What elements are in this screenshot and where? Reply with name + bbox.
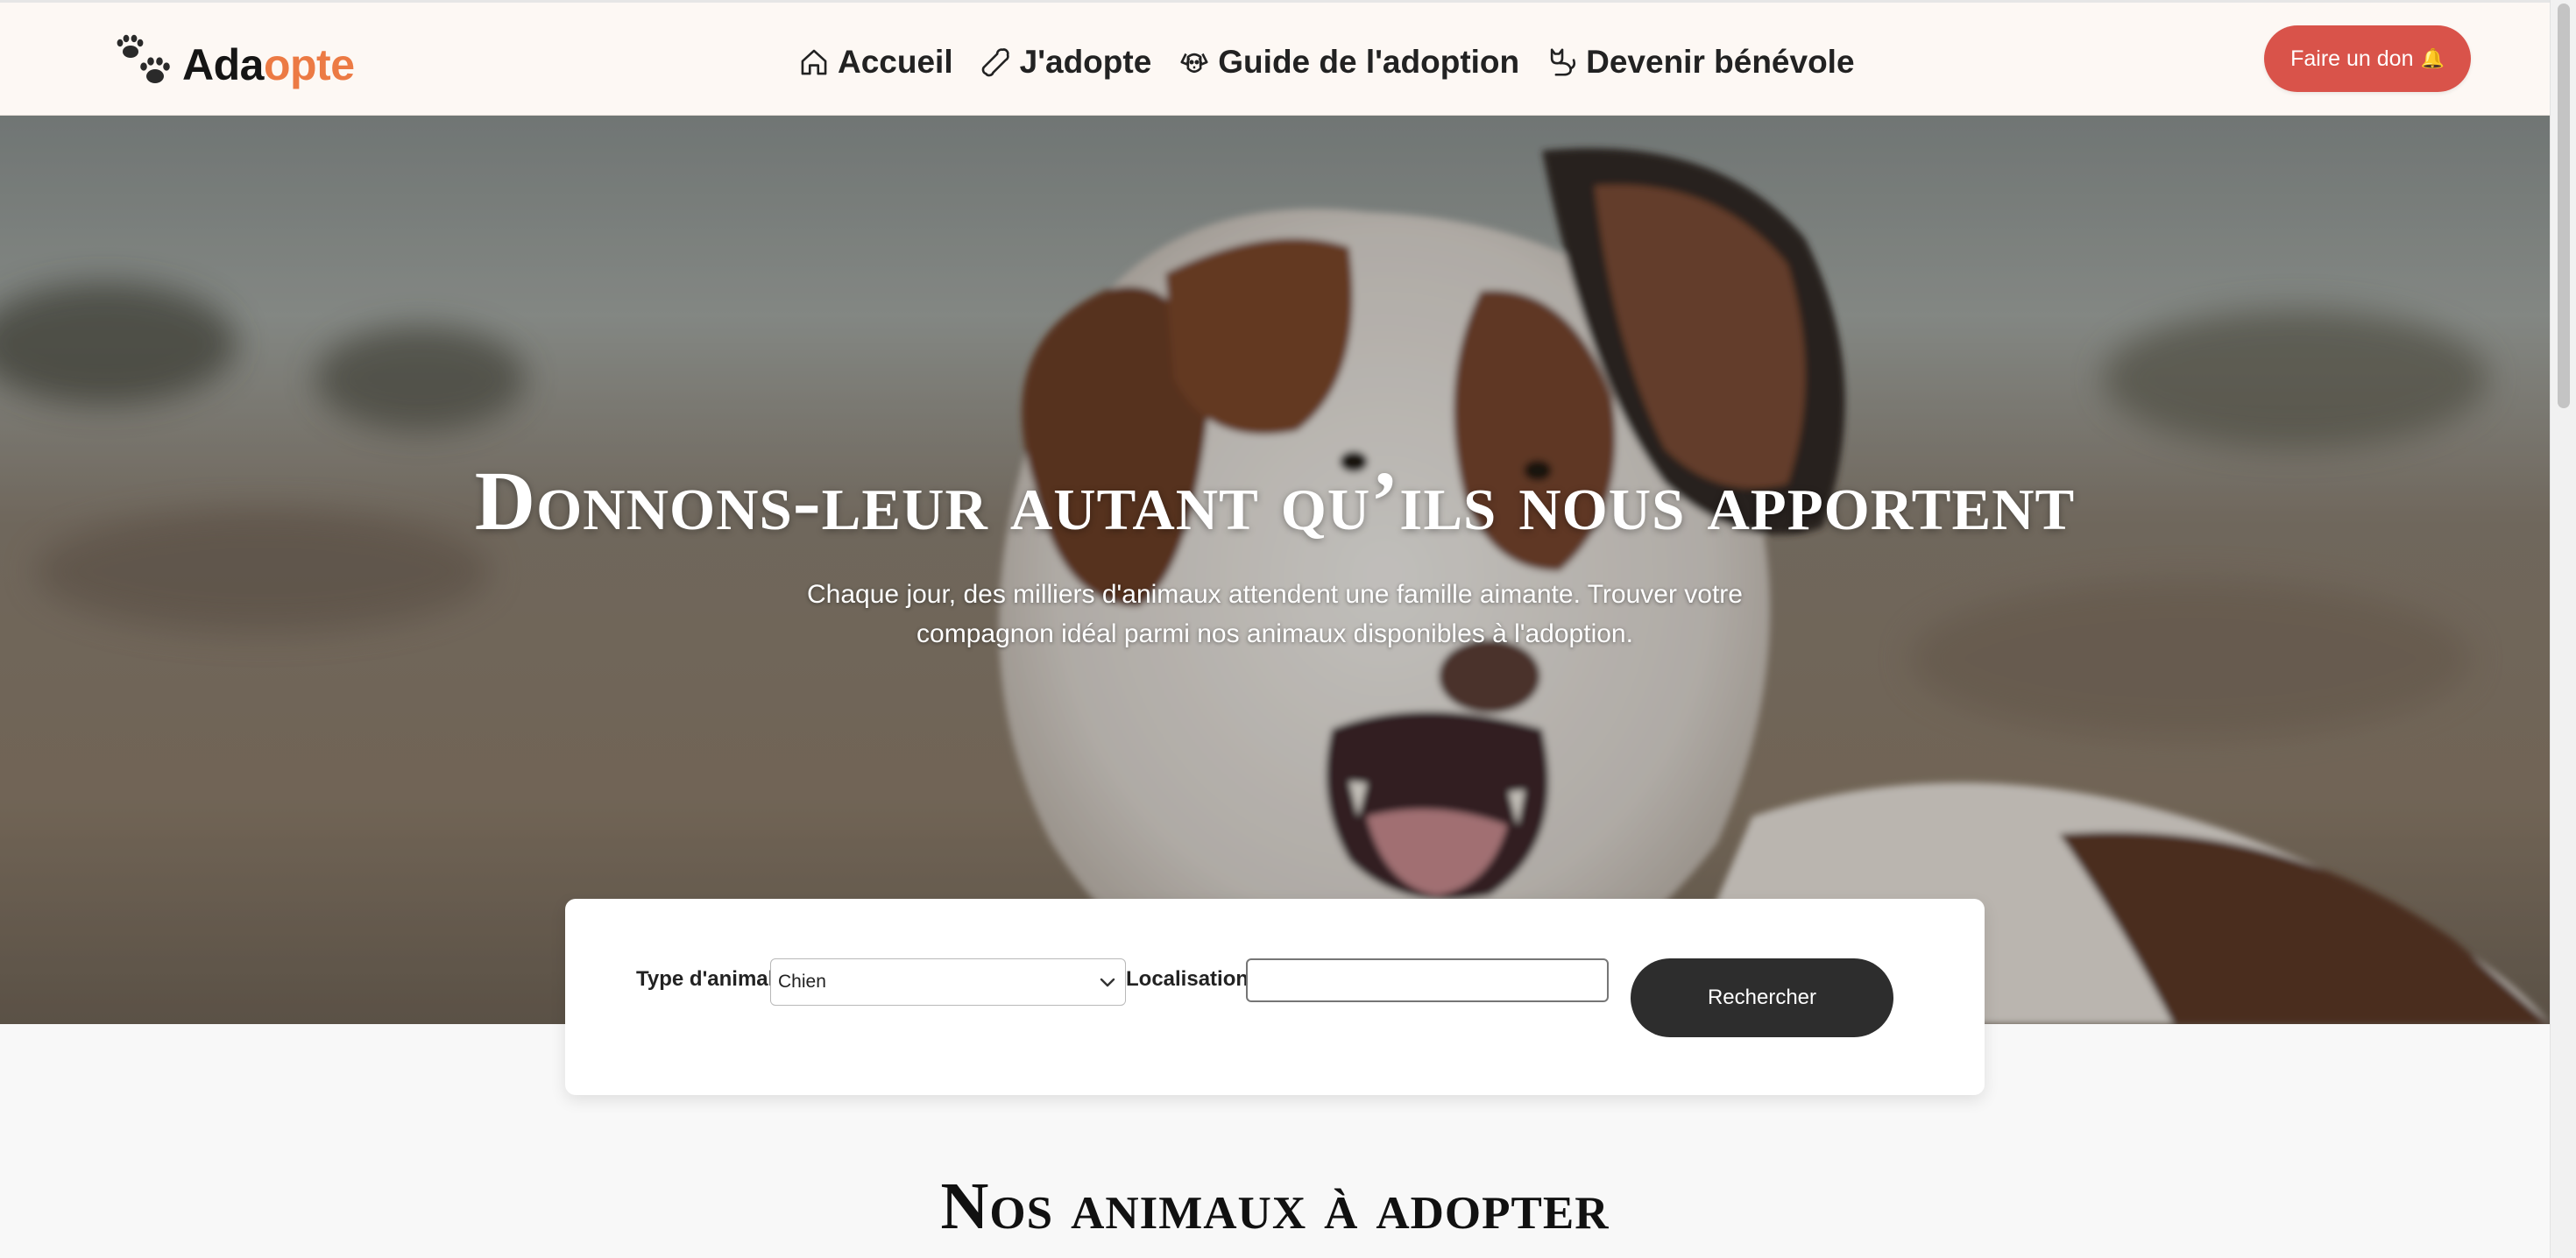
animal-type-label: Type d'animal — [636, 967, 775, 991]
search-form: Type d'animal Chien Localisation Recherc… — [565, 899, 1985, 1095]
location-label: Localisation — [1126, 967, 1249, 991]
logo-text-part2: opte — [263, 40, 355, 89]
chevron-down-icon — [1100, 978, 1115, 987]
site-header: Adaopte Accueil J'adopte Guide de l'adop… — [0, 0, 2550, 116]
animal-type-select[interactable]: Chien — [770, 958, 1126, 1006]
bell-icon: 🔔 — [2420, 47, 2445, 69]
scrollbar-thumb[interactable] — [2558, 4, 2570, 408]
dog-face-icon — [1180, 53, 1208, 73]
nav-label: Devenir bénévole — [1586, 44, 1855, 80]
nav-label: Accueil — [838, 44, 953, 80]
cat-icon — [1550, 48, 1576, 76]
logo-text-part1: Ada — [182, 40, 264, 89]
search-button[interactable]: Rechercher — [1631, 958, 1893, 1037]
page-scrollbar[interactable] — [2550, 0, 2576, 1258]
site-logo[interactable]: Adaopte — [116, 25, 355, 95]
section-title: Nos animaux à adopter — [940, 1170, 1610, 1243]
bone-icon — [981, 48, 1009, 77]
donate-label: Faire un don — [2290, 46, 2414, 71]
nav-label: J'adopte — [1019, 44, 1152, 80]
nav-item-jadopte[interactable]: J'adopte — [980, 44, 1152, 81]
main-nav: Accueil J'adopte Guide de l'adoption Dev… — [797, 36, 1855, 88]
hero-subtitle: Chaque jour, des milliers d'animaux atte… — [807, 580, 1743, 648]
nav-item-guide[interactable]: Guide de l'adoption — [1178, 44, 1519, 81]
logo-text: Adaopte — [182, 43, 355, 87]
hero-overlay — [0, 116, 2550, 1024]
nav-label: Guide de l'adoption — [1218, 44, 1520, 80]
hero-banner: Donnons-leur autant qu’ils nous apporten… — [0, 116, 2550, 1024]
hero-title: Donnons-leur autant qu’ils nous apporten… — [474, 454, 2076, 548]
nav-item-accueil[interactable]: Accueil — [797, 44, 953, 81]
paw-prints-icon — [117, 34, 170, 83]
location-input[interactable] — [1246, 958, 1609, 1002]
donate-button[interactable]: Faire un don 🔔 — [2264, 25, 2471, 92]
nav-item-benevole[interactable]: Devenir bénévole — [1546, 44, 1855, 81]
animal-type-value: Chien — [778, 972, 826, 992]
home-icon — [801, 49, 827, 75]
page: Adaopte Accueil J'adopte Guide de l'adop… — [0, 0, 2550, 1258]
